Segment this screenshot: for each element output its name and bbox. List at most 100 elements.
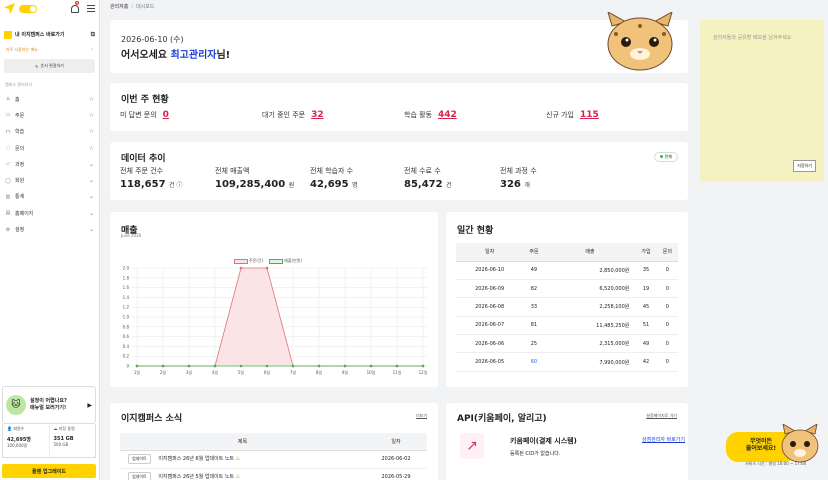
news-tag: 업데이트 bbox=[128, 454, 151, 464]
sidebar-item-6[interactable]: ▥ 통계 ⌄ bbox=[0, 189, 99, 205]
weekly-stat-value[interactable]: 115 bbox=[580, 110, 599, 120]
sidebar-item-0[interactable]: ⌂ 홈 ☆ bbox=[0, 91, 99, 107]
api-settings-link[interactable]: 설정페이지로 가기 bbox=[646, 413, 677, 419]
api-service-name: 키움페이(결제 시스템) bbox=[510, 437, 577, 445]
weekly-stat-value[interactable]: 32 bbox=[311, 110, 324, 120]
api-card: API(키움페이, 알리고) 설정페이지로 가기 ↗ 키움페이(결제 시스템) … bbox=[446, 403, 688, 480]
y-tick-label: 1.6 bbox=[123, 285, 130, 290]
chevron-down-icon[interactable]: ⌄ bbox=[89, 210, 94, 217]
table-row[interactable]: 2026-06-05 60 7,990,000원 42 0 bbox=[456, 352, 678, 372]
sidebar-item-7[interactable]: ▤ 홈페이지 ⌄ bbox=[0, 205, 99, 221]
play-icon: ▶ bbox=[87, 401, 92, 409]
mode-toggle[interactable] bbox=[19, 4, 37, 13]
manual-banner[interactable]: 🐱 설정이 어렵나요? 매뉴얼 보러가기! ▶ bbox=[2, 386, 96, 424]
table-row[interactable]: 2026-06-06 25 2,315,000원 49 0 bbox=[456, 334, 678, 354]
favorites-label: 자주 사용하는 메뉴 bbox=[6, 47, 38, 52]
memo-textarea[interactable]: 관리자들과 공유할 메모을 남겨주세요. bbox=[713, 34, 793, 41]
data-point bbox=[135, 364, 139, 368]
news-more-link[interactable]: 더보기 bbox=[416, 413, 427, 419]
x-tick-label: 11일 bbox=[393, 369, 402, 375]
weekly-stat-value[interactable]: 0 bbox=[163, 110, 169, 120]
trend-stat-label: 전체 매출액 bbox=[215, 167, 250, 175]
x-tick-label: 9일 bbox=[342, 369, 349, 375]
favorites-toggle[interactable]: 자주 사용하는 메뉴 ˄ bbox=[0, 43, 99, 57]
sidebar-item-3[interactable]: ◌ 문의 ☆ bbox=[0, 140, 99, 156]
folder-icon: ▱ bbox=[6, 161, 10, 168]
sidebar-item-1[interactable]: ▭ 주문 ☆ bbox=[0, 107, 99, 123]
storage-max: 500 GB bbox=[53, 442, 69, 447]
news-title-cell: 업데이트 이지캠퍼스 26년 5월 업데이트 노트 ⚠ bbox=[120, 468, 365, 480]
trend-filter-pill[interactable]: 전체 bbox=[653, 152, 678, 162]
chevron-down-icon[interactable]: ⌄ bbox=[89, 226, 94, 233]
news-tag: 업데이트 bbox=[128, 472, 151, 480]
manual-subtitle: 매뉴얼 보러가기! bbox=[30, 405, 67, 411]
daily-cell: 82 bbox=[523, 279, 545, 299]
logo[interactable] bbox=[4, 3, 15, 14]
table-row[interactable]: 2026-06-09 82 6,520,000원 19 0 bbox=[456, 279, 678, 299]
trend-card: 데이터 추이 전체 전체 주문 건수 118,657 건 ⓘ 전체 매출액 109,2… bbox=[110, 142, 688, 200]
y-tick-label: 1.0 bbox=[123, 315, 130, 320]
sidebar-item-2[interactable]: ⊓ 학습 ☆ bbox=[0, 124, 99, 140]
chevron-up-icon: ˄ bbox=[91, 47, 93, 53]
sidebar-item-8[interactable]: ⚙ 설정 ⌄ bbox=[0, 221, 99, 237]
data-point bbox=[239, 266, 243, 270]
homepage-icon: ▤ bbox=[5, 210, 11, 217]
sidebar-item-label: 통계 bbox=[15, 194, 25, 201]
weekly-stat-label: 학습 활동 bbox=[404, 111, 432, 119]
notification-badge: N bbox=[75, 0, 80, 5]
star-icon[interactable]: ☆ bbox=[89, 96, 94, 103]
star-icon[interactable]: ☆ bbox=[89, 112, 94, 119]
trend-stat-1: 전체 매출액 109,285,400 원 bbox=[215, 166, 294, 190]
warning-icon: ⚠ bbox=[235, 456, 241, 462]
manual-text: 설정이 어렵나요? 매뉴얼 보러가기! bbox=[30, 398, 67, 412]
trend-title: 데이터 추이 bbox=[121, 154, 166, 164]
news-post-title[interactable]: 이지캠퍼스 26년 5월 업데이트 노트 bbox=[158, 474, 234, 480]
breadcrumb-root[interactable]: 관리자홈 bbox=[110, 4, 128, 10]
chevron-down-icon[interactable]: ⌄ bbox=[89, 177, 94, 184]
menu-icon[interactable] bbox=[87, 5, 95, 12]
daily-cell: 2026-06-08 bbox=[456, 297, 524, 317]
table-row[interactable]: 2026-06-10 49 2,850,000원 35 0 bbox=[456, 261, 678, 280]
memo-save-button[interactable]: 저장하기 bbox=[793, 160, 816, 172]
news-title: 이지캠퍼스 소식 bbox=[121, 414, 183, 424]
edit-order-button[interactable]: ✎ 순서 편경하기 bbox=[4, 59, 95, 73]
upgrade-button[interactable]: 플랜 업그레이드 bbox=[2, 464, 96, 478]
daily-cell: 11,485,250원 bbox=[544, 316, 636, 336]
news-header-date: 일자 bbox=[365, 433, 427, 451]
weekly-title: 이번 주 현황 bbox=[121, 95, 169, 105]
daily-cell: 60 bbox=[523, 352, 545, 372]
sidebar-item-label: 주문 bbox=[15, 112, 25, 119]
table-row[interactable]: 2026-06-07 81 11,485,250원 51 0 bbox=[456, 316, 678, 336]
chevron-down-icon[interactable]: ⌄ bbox=[89, 161, 94, 168]
sidebar-item-label: 문의 bbox=[15, 145, 25, 152]
daily-cell: 25 bbox=[523, 334, 545, 354]
trend-stat-4: 전체 과정 수 326 개 bbox=[500, 166, 537, 190]
sidebar-item-5[interactable]: ◯ 회원 ⌄ bbox=[0, 172, 99, 188]
news-post-title[interactable]: 이지캠퍼스 26년 6월 업데이트 노트 bbox=[158, 456, 234, 462]
chevron-down-icon[interactable]: ⌄ bbox=[89, 193, 94, 200]
daily-card: 일간 현황 일자 주문 매출 가입 문의 2026-06-10 49 2,850,000원 3… bbox=[446, 212, 688, 387]
news-row[interactable]: 업데이트 이지캠퍼스 26년 5월 업데이트 노트 ⚠ 2026-05-29 bbox=[120, 468, 427, 480]
bell-icon[interactable]: N bbox=[71, 0, 80, 13]
news-row[interactable]: 업데이트 이지캠퍼스 26년 6월 업데이트 노트 ⚠ 2026-06-02 bbox=[120, 450, 427, 469]
store-admin-link[interactable]: 상점관리자 바로가기 bbox=[642, 436, 685, 443]
sidebar-item-4[interactable]: ▱ 과정 ⌄ bbox=[0, 156, 99, 172]
daily-header-2: 매출 bbox=[544, 243, 636, 262]
table-row[interactable]: 2026-06-08 33 2,258,100원 45 0 bbox=[456, 297, 678, 317]
star-icon[interactable]: ☆ bbox=[89, 128, 94, 135]
user-icon: ◯ bbox=[5, 177, 11, 184]
campus-shortcut-label: 내 이지캠퍼스 바로가기 bbox=[15, 32, 65, 38]
sidebar-item-label: 회원 bbox=[15, 178, 25, 185]
weekly-stat-1: 대기 중인 주문 32 bbox=[262, 110, 324, 120]
trend-stat-label: 전체 수료 수 bbox=[404, 167, 441, 175]
daily-header-1: 주문 bbox=[523, 243, 545, 262]
memo-panel: 관리자들과 공유할 메모을 남겨주세요. 저장하기 bbox=[700, 20, 824, 182]
y-tick-label: 0.2 bbox=[123, 354, 130, 359]
weekly-stat-label: 대기 중인 주문 bbox=[262, 111, 306, 119]
welcome-message: 어서오세요 최고관리자님! bbox=[121, 50, 231, 61]
star-icon[interactable]: ☆ bbox=[89, 145, 94, 152]
weekly-stat-value[interactable]: 442 bbox=[438, 110, 457, 120]
daily-cell: 0 bbox=[656, 352, 678, 372]
daily-cell: 0 bbox=[656, 279, 678, 299]
campus-shortcut-link[interactable]: 내 이지캠퍼스 바로가기 ⧉ bbox=[0, 26, 99, 43]
